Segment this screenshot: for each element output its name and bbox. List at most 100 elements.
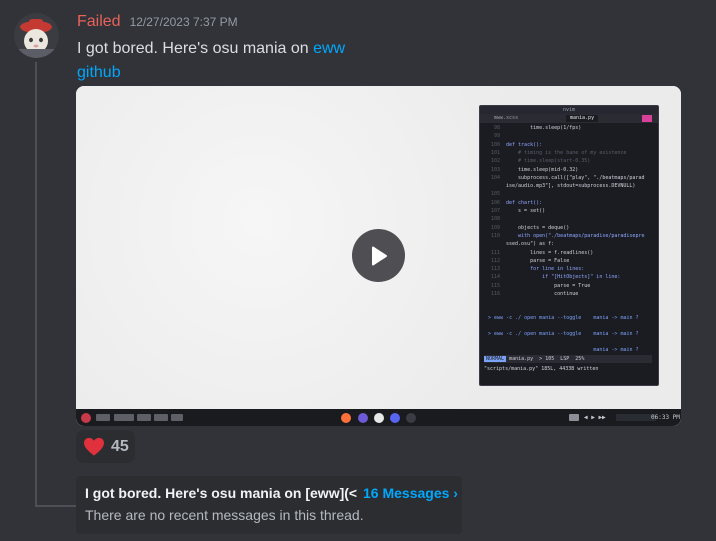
code-line: 108 xyxy=(480,215,656,223)
code-text: time.sleep(1/fps) xyxy=(506,125,582,131)
terminal-prompt-1: > eww -c ./ open mania --toggle mania ->… xyxy=(488,315,639,321)
code-text: def chart(): xyxy=(506,199,543,206)
line-number: 106 xyxy=(490,199,500,206)
code-line: 104 subprocess.call(["play", "./beatmaps… xyxy=(480,174,656,182)
code-text: for line in lines: xyxy=(506,266,585,273)
code-line: 116 continue xyxy=(480,290,656,298)
terminal-tabs: mww.scss mania.py xyxy=(480,114,658,123)
app-icon xyxy=(358,413,368,423)
reaction-heart[interactable]: 45 xyxy=(76,430,135,463)
code-text: objects = deque() xyxy=(506,224,570,231)
code-line: 110 with open("./beatmaps/paradise/parad… xyxy=(480,232,656,240)
system-tray xyxy=(616,414,656,421)
line-number: 112 xyxy=(490,257,500,264)
thread-empty-text: There are no recent messages in this thr… xyxy=(85,507,364,523)
line-number: 109 xyxy=(490,224,500,231)
line-number: 110 xyxy=(490,232,500,239)
code-text: ise/audio.mp3"], stdout=subprocess.DEVNU… xyxy=(506,183,636,190)
music-icon xyxy=(569,414,579,421)
code-text: time.sleep(mid-0.32) xyxy=(506,166,579,173)
code-line: 100 def track(): xyxy=(480,141,656,149)
eww-link[interactable]: eww xyxy=(313,40,345,57)
terminal-icon xyxy=(406,413,416,423)
line-number: 107 xyxy=(490,208,500,214)
code-line: 99 xyxy=(480,132,656,140)
line-number: 100 xyxy=(490,141,500,148)
line-number: 113 xyxy=(490,266,500,273)
taskbar-clock: 06:33 PM xyxy=(651,414,680,421)
code-text: # timing is the bane of my existence xyxy=(506,149,627,156)
line-number: 101 xyxy=(490,149,500,156)
avatar[interactable] xyxy=(14,13,59,58)
line-number: 114 xyxy=(490,274,500,281)
code-text: ssed.osu") as f: xyxy=(506,241,555,248)
code-text: # time.sleep(start-0.35) xyxy=(506,158,591,165)
discord-icon xyxy=(390,413,400,423)
app-icon xyxy=(374,413,384,423)
code-line: 98 time.sleep(1/fps) xyxy=(480,124,656,132)
code-line: 111 lines = f.readlines() xyxy=(480,249,656,257)
code-line: 105 xyxy=(480,190,656,198)
code-text: parse = False xyxy=(506,257,570,264)
code-text: if "[HitObjects]" in line: xyxy=(506,274,621,281)
code-line: ssed.osu") as f: xyxy=(480,240,656,248)
play-button[interactable] xyxy=(352,229,405,282)
terminal-tab-2: mania.py xyxy=(566,115,599,122)
terminal-tab-1: mww.scss xyxy=(494,115,519,121)
message-text: I got bored. Here's osu mania on xyxy=(77,40,314,57)
vim-statusbar: NORMAL mania.py > 105 LSP 25% xyxy=(484,355,652,363)
message-content: I got bored. Here's osu mania on eww git… xyxy=(77,37,377,85)
thread-connector-elbow xyxy=(35,505,77,507)
play-icon xyxy=(371,246,387,265)
github-link[interactable]: github xyxy=(77,64,121,81)
code-line: 106 def chart(): xyxy=(480,199,656,207)
terminal-prompt-3: mania -> main ? xyxy=(488,347,639,353)
code-text: continue xyxy=(506,291,579,297)
video-embed[interactable]: nvim mww.scss mania.py 98 time.sleep(1/f… xyxy=(76,86,681,426)
line-number: 103 xyxy=(490,166,500,173)
thread-connector-line xyxy=(35,62,37,507)
vim-mode: NORMAL xyxy=(484,356,507,362)
code-line: 103 time.sleep(mid-0.32) xyxy=(480,166,656,174)
code-text: def track(): xyxy=(506,141,543,148)
line-number: 111 xyxy=(490,249,500,256)
thread-message-count[interactable]: 16 Messages › xyxy=(363,485,458,501)
heart-icon xyxy=(84,437,104,456)
line-number: 99 xyxy=(493,133,500,140)
thread-title[interactable]: I got bored. Here's osu mania on [eww](< xyxy=(85,485,357,501)
desktop-taskbar: ◀ ▶ ▶▶ 06:33 PM xyxy=(76,409,681,426)
code-line: 115 parse = True xyxy=(480,282,656,290)
firefox-icon xyxy=(341,413,351,423)
workspace-indicator xyxy=(171,414,183,421)
line-number: 108 xyxy=(490,216,500,223)
code-line: 107 s = set() xyxy=(480,207,656,215)
code-line: 102 # time.sleep(start-0.35) xyxy=(480,157,656,165)
os-logo-icon xyxy=(81,413,91,423)
code-line: 113 for line in lines: xyxy=(480,265,656,273)
line-number: 102 xyxy=(490,158,500,165)
reaction-count: 45 xyxy=(111,437,129,455)
code-line: 101 # timing is the bane of my existence xyxy=(480,149,656,157)
terminal-title: nvim xyxy=(480,106,658,114)
message-header: Failed 12/27/2023 7:37 PM xyxy=(77,13,238,31)
workspace-indicator xyxy=(154,414,168,421)
workspace-indicator xyxy=(96,414,110,421)
username[interactable]: Failed xyxy=(77,13,121,31)
code-line: ise/audio.mp3"], stdout=subprocess.DEVNU… xyxy=(480,182,656,190)
code-text: subprocess.call(["play", "./beatmaps/par… xyxy=(506,174,645,181)
code-text: lines = f.readlines() xyxy=(506,249,594,256)
line-number: 104 xyxy=(490,174,500,181)
vim-status-info: mania.py > 105 LSP 25% xyxy=(506,356,585,362)
vim-status-message: "scripts/mania.py" 185L, 4433B written xyxy=(484,366,599,372)
code-text: s = set() xyxy=(506,208,546,214)
thread-preview[interactable]: I got bored. Here's osu mania on [eww](<… xyxy=(76,476,462,534)
code-text: with open("./beatmaps/paradise/paradisep… xyxy=(506,232,645,239)
workspace-indicator xyxy=(137,414,151,421)
code-line: 114 if "[HitObjects]" in line: xyxy=(480,273,656,281)
media-controls-icon: ◀ ▶ ▶▶ xyxy=(584,414,606,421)
workspace-indicator xyxy=(114,414,134,421)
terminal-close-icon xyxy=(642,115,652,122)
line-number: 98 xyxy=(493,125,500,131)
avatar-image xyxy=(14,13,59,58)
line-number: 105 xyxy=(490,191,500,198)
